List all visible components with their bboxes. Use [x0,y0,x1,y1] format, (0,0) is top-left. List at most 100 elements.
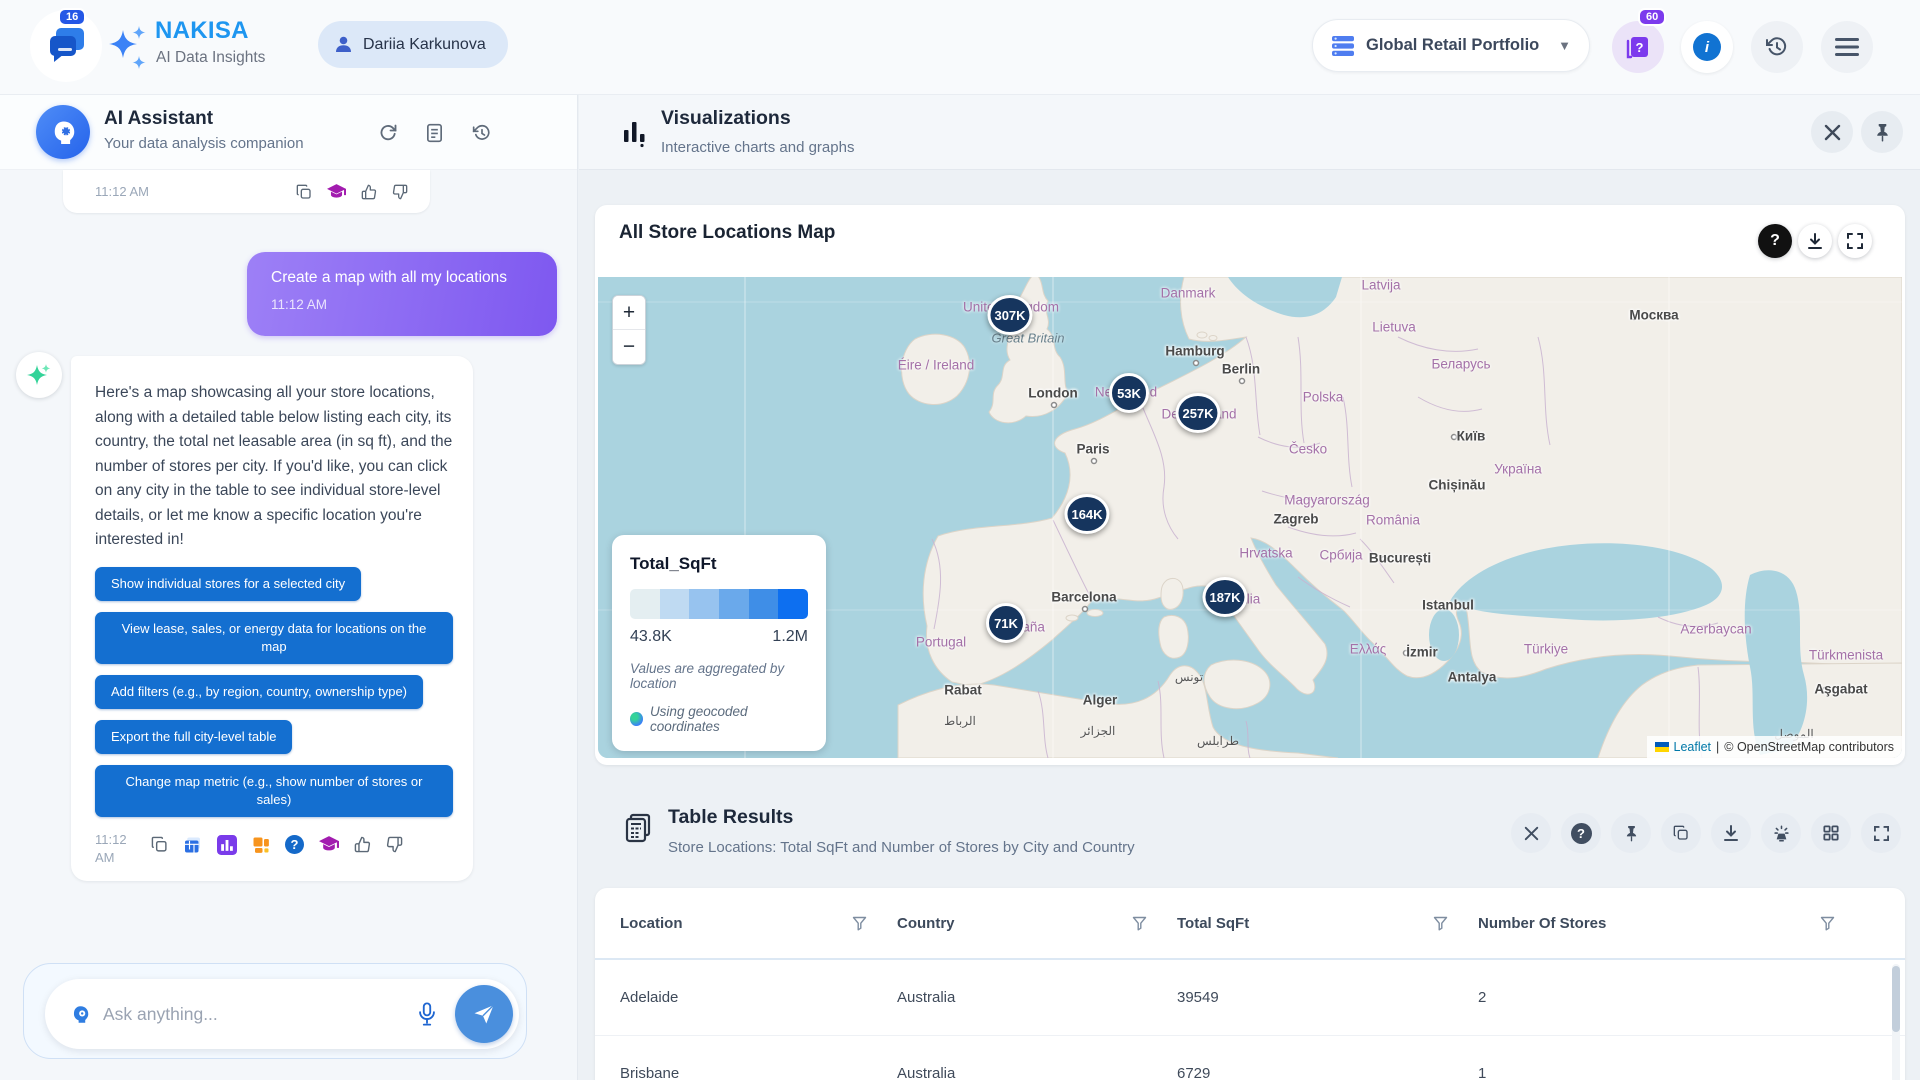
suggestion-button[interactable]: View lease, sales, or energy data for lo… [95,612,453,664]
column-header[interactable]: Number Of Stores [1478,915,1865,932]
table-row[interactable]: AdelaideAustralia395492 [595,960,1905,1036]
map-attribution: Leaflet | © OpenStreetMap contributors [1647,736,1903,758]
copy-icon[interactable] [296,184,312,200]
ai-head-icon [48,117,78,147]
user-message-text: Create a map with all my locations [271,269,533,287]
close-panel-button[interactable] [1811,111,1853,153]
table-scrollbar[interactable] [1892,964,1900,1080]
history-icon [1765,35,1789,59]
table-insights-button[interactable] [1761,813,1801,853]
zoom-out-button[interactable]: − [613,330,645,364]
message-time: 11:12 AM [95,184,281,199]
scrollbar-thumb[interactable] [1892,966,1900,1032]
visualizations-title: Visualizations [661,107,791,130]
filter-funnel-icon[interactable] [1132,916,1147,931]
legend-color-step [749,589,779,619]
table-close-button[interactable] [1511,813,1551,853]
ukraine-flag-icon [1655,742,1669,752]
table-help-button[interactable]: ? [1561,813,1601,853]
idea-lamp-icon [1773,825,1790,842]
leaflet-link[interactable]: Leaflet [1674,740,1712,754]
learn-icon[interactable] [319,836,339,853]
table-body: AdelaideAustralia395492BrisbaneAustralia… [595,960,1905,1080]
portfolio-selector[interactable]: Global Retail Portfolio ▼ [1312,19,1590,72]
history-button[interactable] [1751,21,1803,73]
map-fullscreen-button[interactable] [1838,224,1872,258]
column-header[interactable]: Location [620,915,897,932]
refresh-icon[interactable] [378,123,398,143]
map-marker[interactable]: 164K [1064,494,1109,534]
map-marker[interactable]: 257K [1175,393,1220,433]
thumbs-down-icon[interactable] [386,836,403,853]
main-menu-button[interactable] [1821,21,1873,73]
learn-icon[interactable] [327,184,346,200]
zoom-in-button[interactable]: + [613,296,645,330]
table-header-row: Location Country Total SqFt Number Of St… [595,888,1905,960]
pin-panel-button[interactable] [1861,111,1903,153]
thumbs-up-icon[interactable] [354,836,371,853]
legend-min: 43.8K [630,628,672,646]
info-button[interactable]: i [1681,21,1733,73]
assistant-subtitle: Your data analysis companion [104,135,304,152]
table-cell: 2 [1478,989,1905,1006]
portfolio-label: Global Retail Portfolio [1366,36,1547,55]
map-download-button[interactable] [1798,224,1832,258]
dashboard-icon[interactable] [252,836,270,854]
map-marker[interactable]: 307K [987,295,1032,335]
microphone-icon[interactable] [417,1002,437,1026]
table-pin-button[interactable] [1611,813,1651,853]
suggestion-button[interactable]: Show individual stores for a selected ci… [95,567,361,601]
bar-chart-icon[interactable] [217,835,237,855]
table-grid-view-button[interactable] [1811,813,1851,853]
send-button[interactable] [455,985,513,1043]
portfolio-list-icon [1331,35,1355,57]
chat-input[interactable]: Ask anything... [45,979,519,1049]
close-icon [1524,826,1539,841]
download-icon [1807,233,1823,250]
copy-icon[interactable] [151,836,168,853]
filter-funnel-icon[interactable] [1820,916,1835,931]
filter-funnel-icon[interactable] [1433,916,1448,931]
map-marker[interactable]: 187K [1202,577,1247,617]
visualizations-subtitle: Interactive charts and graphs [661,139,854,156]
table-cell: Brisbane [620,1065,897,1080]
globe-icon [630,712,643,726]
help-center-button[interactable]: ? [1612,21,1664,73]
map-marker[interactable]: 71K [986,603,1026,643]
table-copy-button[interactable] [1661,813,1701,853]
assistant-header: AI Assistant Your data analysis companio… [0,95,577,170]
osm-attribution: © OpenStreetMap contributors [1724,740,1894,754]
question-icon: ? [1770,232,1780,250]
svg-text:?: ? [1636,40,1644,55]
thumbs-up-icon[interactable] [361,184,377,200]
chat-history-icon[interactable] [472,123,492,143]
question-icon[interactable]: ? [285,835,304,854]
suggestion-button[interactable]: Export the full city-level table [95,720,292,754]
previous-message-card: 11:12 AM [63,170,430,213]
thumbs-down-icon[interactable] [392,184,408,200]
legend-note: Values are aggregated by location [630,661,808,691]
fullscreen-icon [1847,233,1863,249]
pin-icon [1624,825,1639,842]
chat-logo-icon[interactable] [44,22,90,68]
user-menu[interactable]: Dariia Karkunova [318,21,508,68]
sparkles-icon [106,24,150,72]
suggestion-button[interactable]: Change map metric (e.g., show number of … [95,765,453,817]
results-table: Location Country Total SqFt Number Of St… [595,888,1905,1080]
map-card: All Store Locations Map ? [595,205,1905,765]
table-download-button[interactable] [1711,813,1751,853]
column-header[interactable]: Total SqFt [1177,915,1478,932]
table-row[interactable]: BrisbaneAustralia67291 [595,1036,1905,1080]
suggestion-button[interactable]: Add filters (e.g., by region, country, o… [95,675,423,709]
app-window: 16 NAKISA AI Data Insights Dariia Karkun… [0,0,1920,1080]
column-header[interactable]: Country [897,915,1177,932]
table-fullscreen-button[interactable] [1861,813,1901,853]
table-results-title: Table Results [668,806,793,829]
filter-funnel-icon[interactable] [852,916,867,931]
map-marker[interactable]: 53K [1109,373,1149,413]
document-icon[interactable] [425,123,444,143]
map-help-button[interactable]: ? [1758,224,1792,258]
table-view-icon[interactable] [183,836,202,854]
leaflet-map[interactable]: United KingdomGreat BritainÉire / Irelan… [598,277,1902,758]
hamburger-menu-icon [1835,38,1859,56]
